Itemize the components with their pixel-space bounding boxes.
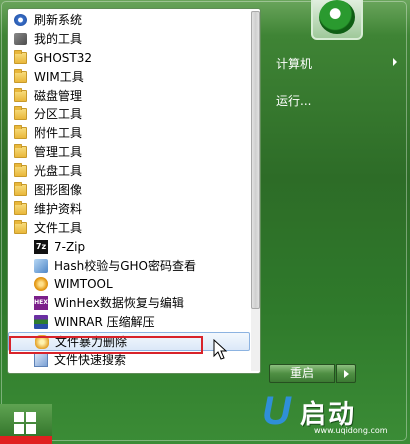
folder-icon	[14, 106, 27, 121]
highlight-annotation-box	[9, 336, 203, 354]
menu-item-hash-check[interactable]: Hash校验与GHO密码查看	[8, 257, 250, 276]
winhex-icon: HEX	[34, 296, 48, 311]
brand-logo-icon: U	[262, 389, 291, 433]
folder-item-maintenance-docs[interactable]: 维护资料	[8, 200, 250, 219]
menu-item-7zip[interactable]: 7z 7-Zip	[8, 238, 250, 257]
computer-menu-item[interactable]: 计算机	[276, 55, 312, 72]
folder-item-accessory-tools[interactable]: 附件工具	[8, 124, 250, 143]
menu-item-label: 附件工具	[34, 126, 83, 141]
menu-item-label: Hash校验与GHO密码查看	[54, 258, 197, 273]
winrar-icon	[34, 315, 48, 330]
user-picture[interactable]	[311, 0, 363, 40]
mouse-cursor-icon	[213, 339, 228, 360]
folder-item-admin-tools[interactable]: 管理工具	[8, 143, 250, 162]
menu-item-label: 分区工具	[34, 107, 83, 122]
folder-item-wim-tools[interactable]: WIM工具	[8, 68, 250, 87]
folder-icon	[14, 144, 27, 159]
menu-item-label: 文件工具	[34, 220, 83, 235]
menu-item-label: WIM工具	[34, 69, 84, 84]
folder-item-graphics[interactable]: 图形图像	[8, 181, 250, 200]
folder-item-disc-tools[interactable]: 光盘工具	[8, 162, 250, 181]
scrollbar-thumb[interactable]	[251, 11, 260, 309]
folder-item-ghost32[interactable]: GHOST32	[8, 49, 250, 68]
folder-item-disk-management[interactable]: 磁盘管理	[8, 87, 250, 106]
folder-icon	[14, 200, 27, 215]
7zip-icon: 7z	[34, 239, 48, 254]
menu-item-label: 磁盘管理	[34, 88, 83, 103]
restart-button[interactable]: 重启	[269, 364, 335, 383]
menu-item-label: 刷新系统	[34, 13, 83, 27]
folder-item-partition-tools[interactable]: 分区工具	[8, 105, 250, 124]
submenu-arrow-icon	[393, 58, 397, 66]
start-button-highlight	[0, 436, 52, 444]
folder-icon	[14, 68, 27, 83]
menu-item-label: GHOST32	[34, 50, 92, 65]
programs-pane: 刷新系统 我的工具 GHOST32 WIM工具 磁盘管理 分区工具 附件工具 管…	[7, 8, 261, 374]
menu-item-winrar[interactable]: WINRAR 压缩解压	[8, 313, 250, 332]
menu-item-label: 图形图像	[34, 183, 83, 198]
menu-item-label: 维护资料	[34, 201, 83, 216]
brand-url: www.uqidong.com	[314, 426, 388, 435]
file-search-icon	[34, 353, 48, 368]
folder-icon	[14, 182, 27, 197]
menu-item-wimtool[interactable]: WIMTOOL	[8, 275, 250, 294]
menu-item-label: 管理工具	[34, 145, 83, 160]
folder-icon	[14, 49, 27, 64]
menu-item-label: WinHex数据恢复与编辑	[54, 296, 184, 311]
menu-item-label: WINRAR 压缩解压	[54, 315, 155, 330]
program-list: 刷新系统 我的工具 GHOST32 WIM工具 磁盘管理 分区工具 附件工具 管…	[8, 11, 250, 370]
folder-icon	[14, 219, 27, 234]
folder-icon	[14, 125, 27, 140]
programs-scrollbar[interactable]	[251, 11, 260, 371]
menu-item-label: 7-Zip	[54, 239, 86, 254]
brand-watermark: U 启动 www.uqidong.com	[262, 390, 408, 442]
menu-item-label: 我的工具	[34, 31, 83, 46]
tools-icon	[14, 32, 27, 45]
chevron-right-icon	[344, 370, 349, 378]
menu-item-winhex[interactable]: HEX WinHex数据恢复与编辑	[8, 294, 250, 313]
restart-options-button[interactable]	[336, 364, 356, 383]
windows-logo-icon	[14, 412, 36, 434]
menu-item-my-tools[interactable]: 我的工具	[8, 30, 250, 49]
refresh-icon	[14, 14, 27, 26]
run-menu-item[interactable]: 运行...	[276, 92, 311, 109]
user-avatar-icon	[319, 0, 355, 34]
folder-icon	[14, 163, 27, 178]
folder-item-file-tools[interactable]: 文件工具	[8, 219, 250, 238]
wimtool-icon	[34, 277, 48, 292]
menu-item-label: 光盘工具	[34, 164, 83, 179]
folder-icon	[14, 87, 27, 102]
hash-icon	[34, 258, 48, 273]
menu-item-label: WIMTOOL	[54, 277, 113, 292]
menu-item-refresh-system[interactable]: 刷新系统	[8, 11, 250, 30]
